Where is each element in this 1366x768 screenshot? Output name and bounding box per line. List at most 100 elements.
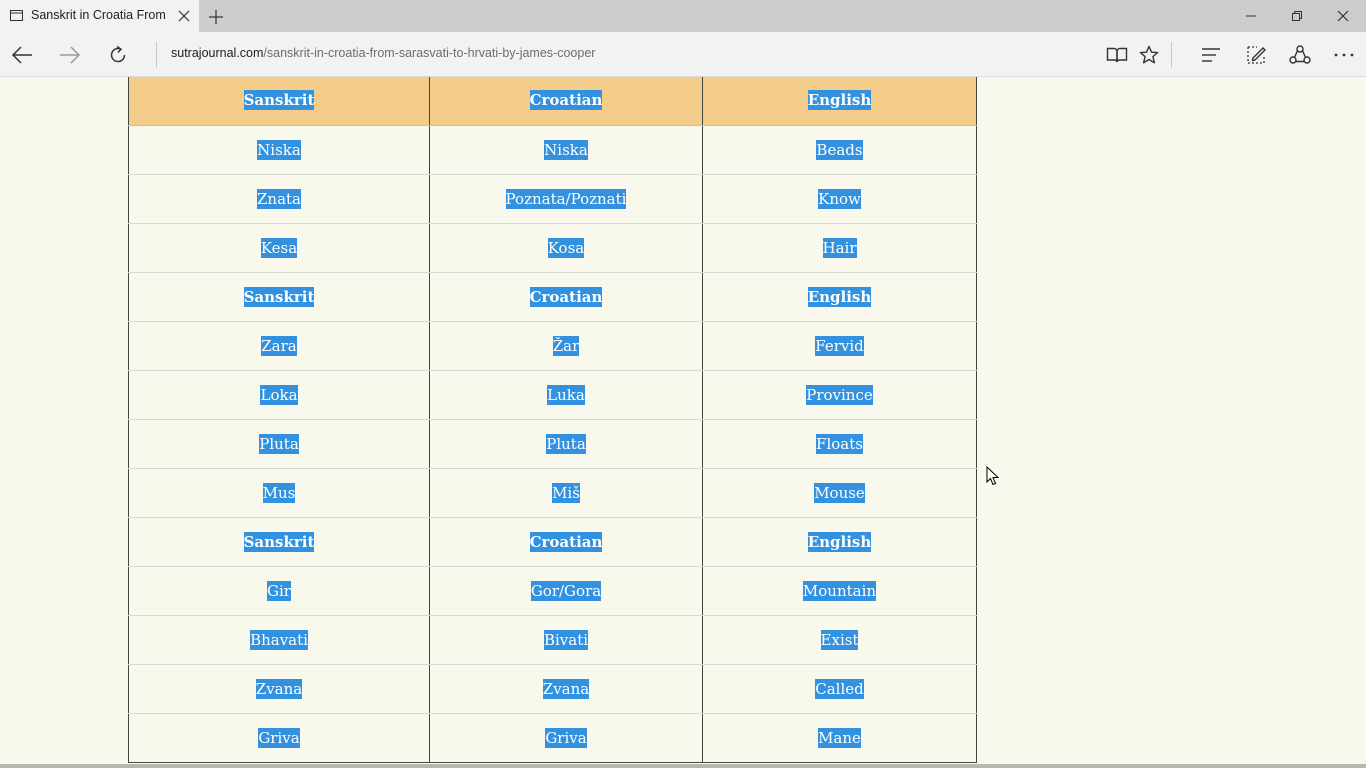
table-row: Niska Niska Beads bbox=[128, 125, 977, 175]
table-cell: Mane bbox=[702, 713, 977, 763]
table-row: Zara Žar Fervid bbox=[128, 321, 977, 371]
web-note-button[interactable] bbox=[1242, 41, 1270, 69]
restore-icon bbox=[1292, 11, 1302, 21]
close-tab-icon[interactable] bbox=[177, 9, 191, 23]
table-cell: Croatian bbox=[429, 517, 703, 567]
table-cell: English bbox=[702, 272, 977, 322]
cell-text: Griva bbox=[545, 727, 587, 748]
table-cell: Croatian bbox=[429, 272, 703, 322]
table-cell: Poznata/Poznati bbox=[429, 174, 703, 224]
cell-text: Know bbox=[818, 188, 861, 209]
table-cell: Sanskrit bbox=[128, 517, 430, 567]
close-window-button[interactable] bbox=[1320, 0, 1366, 32]
cell-text: Pluta bbox=[546, 433, 586, 454]
table-cell: Mouse bbox=[702, 468, 977, 518]
table-cell: Niska bbox=[429, 125, 703, 175]
header-cell-text: Sanskrit bbox=[243, 531, 315, 552]
forward-button[interactable] bbox=[56, 41, 84, 69]
refresh-button[interactable] bbox=[104, 41, 132, 69]
cell-text: Fervid bbox=[815, 335, 864, 356]
new-tab-icon[interactable] bbox=[206, 7, 226, 27]
refresh-icon bbox=[110, 45, 126, 63]
table-cell: Bhavati bbox=[128, 615, 430, 665]
table-row: Pluta Pluta Floats bbox=[128, 419, 977, 469]
share-icon bbox=[1289, 45, 1311, 64]
cell-text: Kesa bbox=[260, 237, 298, 258]
table-row: Bhavati Bivati Exist bbox=[128, 615, 977, 665]
header-cell-text: Croatian bbox=[529, 531, 603, 552]
window-bottom-edge bbox=[0, 764, 1366, 768]
header-cell-text: Croatian bbox=[529, 286, 603, 307]
table-header-row: Sanskrit Croatian English bbox=[128, 272, 977, 322]
cell-text: Mane bbox=[818, 727, 861, 748]
cell-text: Mouse bbox=[814, 482, 865, 503]
header-cell-text: Croatian bbox=[529, 90, 603, 111]
tab-title: Sanskrit in Croatia From bbox=[31, 8, 166, 22]
table-cell: Pluta bbox=[128, 419, 430, 469]
cell-text: Poznata/Poznati bbox=[505, 188, 627, 209]
table-cell: Zvana bbox=[128, 664, 430, 714]
header-cell-text: Sanskrit bbox=[243, 286, 315, 307]
table-cell: English bbox=[702, 517, 977, 567]
table-cell: Mountain bbox=[702, 566, 977, 616]
table-cell: Floats bbox=[702, 419, 977, 469]
close-icon bbox=[1337, 10, 1349, 22]
more-button[interactable] bbox=[1330, 41, 1358, 69]
cell-text: Zvana bbox=[255, 678, 303, 699]
hub-button[interactable] bbox=[1197, 41, 1225, 69]
address-field[interactable]: sutrajournal.com/sanskrit-in-croatia-fro… bbox=[171, 46, 595, 60]
share-button[interactable] bbox=[1286, 41, 1314, 69]
browser-tab[interactable]: Sanskrit in Croatia From bbox=[0, 0, 199, 32]
header-cell-text: English bbox=[807, 90, 872, 111]
cell-text: Znata bbox=[257, 188, 301, 209]
cell-text: Zvana bbox=[542, 678, 590, 699]
table-row: Griva Griva Mane bbox=[128, 713, 977, 763]
table-cell: Miš bbox=[429, 468, 703, 518]
cell-text: Gor/Gora bbox=[530, 580, 602, 601]
table-cell: English bbox=[702, 77, 977, 126]
address-path: /sanskrit-in-croatia-from-sarasvati-to-h… bbox=[263, 46, 596, 60]
table-cell: Griva bbox=[128, 713, 430, 763]
cell-text: Loka bbox=[260, 384, 298, 405]
table-cell: Sanskrit bbox=[128, 272, 430, 322]
table-cell: Gor/Gora bbox=[429, 566, 703, 616]
forward-arrow-icon bbox=[60, 46, 81, 64]
table-cell: Zara bbox=[128, 321, 430, 371]
cell-text: Gir bbox=[267, 580, 291, 601]
table-cell: Beads bbox=[702, 125, 977, 175]
table-row: Znata Poznata/Poznati Know bbox=[128, 174, 977, 224]
table-row: Mus Miš Mouse bbox=[128, 468, 977, 518]
toolbar-separator bbox=[1171, 42, 1172, 68]
table-cell: Griva bbox=[429, 713, 703, 763]
cell-text: Bivati bbox=[543, 629, 589, 650]
table-header-row: Sanskrit Croatian English bbox=[128, 517, 977, 567]
cell-text: Niska bbox=[544, 139, 588, 160]
header-cell-text: English bbox=[807, 531, 872, 552]
reading-view-button[interactable] bbox=[1103, 41, 1131, 69]
table-cell: Hair bbox=[702, 223, 977, 273]
table-cell: Kesa bbox=[128, 223, 430, 273]
more-dots-icon bbox=[1334, 53, 1354, 57]
table-cell: Called bbox=[702, 664, 977, 714]
table-cell: Loka bbox=[128, 370, 430, 420]
cell-text: Miš bbox=[552, 482, 580, 503]
book-icon bbox=[1106, 47, 1128, 63]
mouse-cursor-icon bbox=[986, 466, 999, 486]
hub-lines-icon bbox=[1202, 48, 1220, 62]
table-cell: Zvana bbox=[429, 664, 703, 714]
table-cell: Mus bbox=[128, 468, 430, 518]
pen-note-icon bbox=[1247, 46, 1266, 64]
cell-text: Žar bbox=[552, 335, 580, 356]
header-cell-text: Sanskrit bbox=[243, 90, 315, 111]
cell-text: Niska bbox=[257, 139, 301, 160]
favorite-button[interactable] bbox=[1135, 41, 1163, 69]
restore-button[interactable] bbox=[1274, 0, 1320, 32]
table-cell: Pluta bbox=[429, 419, 703, 469]
minimize-icon bbox=[1246, 15, 1256, 17]
back-button[interactable] bbox=[8, 41, 36, 69]
table-cell: Bivati bbox=[429, 615, 703, 665]
cell-text: Pluta bbox=[259, 433, 299, 454]
cell-text: Griva bbox=[258, 727, 300, 748]
back-arrow-icon bbox=[11, 46, 32, 64]
minimize-button[interactable] bbox=[1228, 0, 1274, 32]
